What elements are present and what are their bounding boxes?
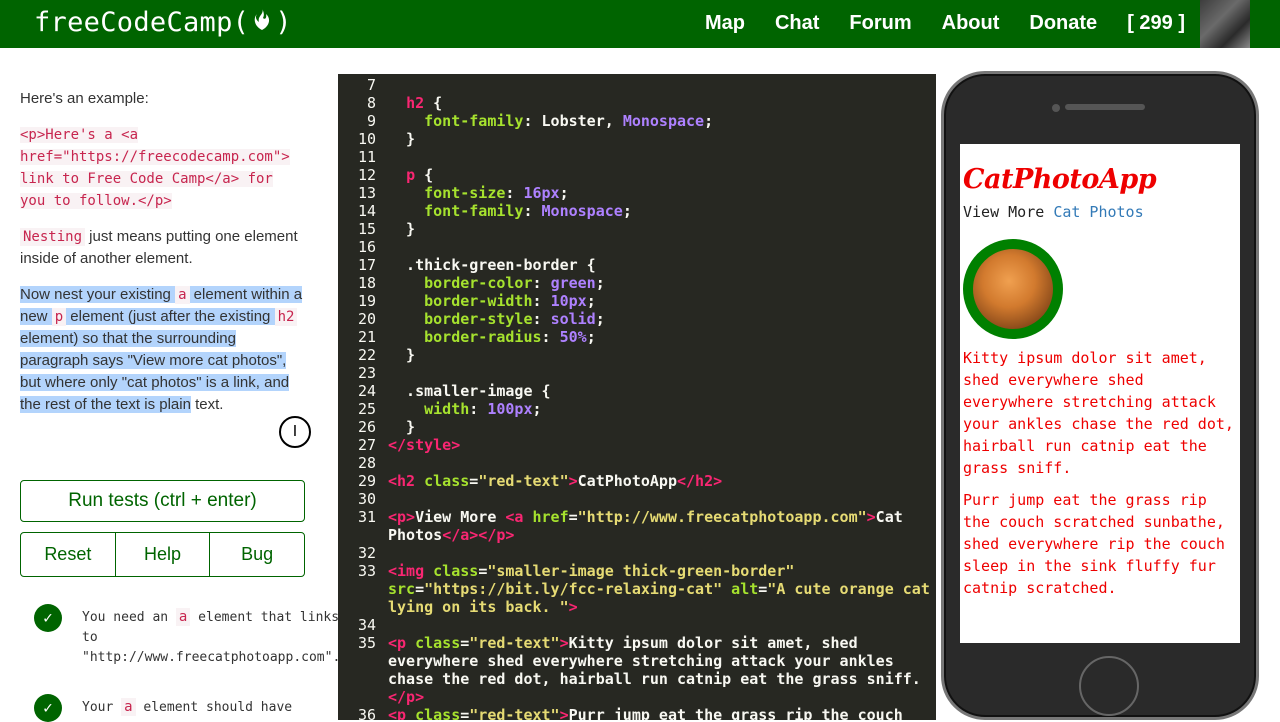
help-button[interactable]: Help [116,533,211,576]
phone-camera-icon [1052,104,1060,112]
preview-paragraph-1: Kitty ipsum dolor sit amet, shed everywh… [963,349,1234,477]
instructions: Now nest your existing a element within … [20,286,303,413]
cat-photos-link[interactable]: Cat Photos [1053,203,1143,221]
flame-icon [251,6,273,39]
nesting-description: Nesting just means putting one element i… [20,228,298,267]
logo-text-end: ) [275,7,292,38]
top-nav: freeCodeCamp( ) Map Chat Forum About Don… [0,0,1280,48]
points-counter[interactable]: [ 299 ] [1127,12,1185,35]
test-text: You need an a element that links to "htt… [82,608,341,665]
nav-chat[interactable]: Chat [775,12,819,35]
example-intro: Here's an example: [20,90,149,107]
nav-map[interactable]: Map [705,12,745,35]
preview-view-more: View More Cat Photos [963,203,1144,221]
check-icon: ✓ [34,694,62,722]
user-avatar[interactable] [1200,0,1250,48]
preview-title: CatPhotoApp [963,164,1157,195]
cat-image [963,239,1063,339]
action-buttons: Reset Help Bug [20,532,305,577]
reset-button[interactable]: Reset [21,533,116,576]
test-text: Your a element should have [82,698,293,716]
nav-links: Map Chat Forum About Donate [ 299 ] [675,12,1185,35]
run-tests-button[interactable]: Run tests (ctrl + enter) [20,480,305,522]
lesson-panel: Here's an example: <p>Here's a <a href="… [20,88,305,430]
fcc-logo[interactable]: freeCodeCamp( ) [34,6,292,39]
test-item: ✓ You need an a element that links to "h… [34,604,340,668]
test-item: ✓ Your a element should have [34,694,304,722]
logo-text: freeCodeCamp( [34,7,250,38]
phone-speaker-icon [1065,104,1145,110]
nav-donate[interactable]: Donate [1029,12,1097,35]
phone-home-button [1079,656,1139,716]
check-icon: ✓ [34,604,62,632]
preview-screen: CatPhotoApp View More Cat Photos Kitty i… [960,144,1240,643]
example-code: <p>Here's a <a href="https://freecodecam… [20,127,290,209]
text-cursor-icon: I [279,416,311,448]
nav-forum[interactable]: Forum [849,12,911,35]
preview-paragraph-2: Purr jump eat the grass rip the couch sc… [963,491,1225,597]
code-editor[interactable]: 7 8 h2 { 9 font-family: Lobster, Monospa… [338,74,936,720]
nav-about[interactable]: About [942,12,1000,35]
bug-button[interactable]: Bug [210,533,304,576]
